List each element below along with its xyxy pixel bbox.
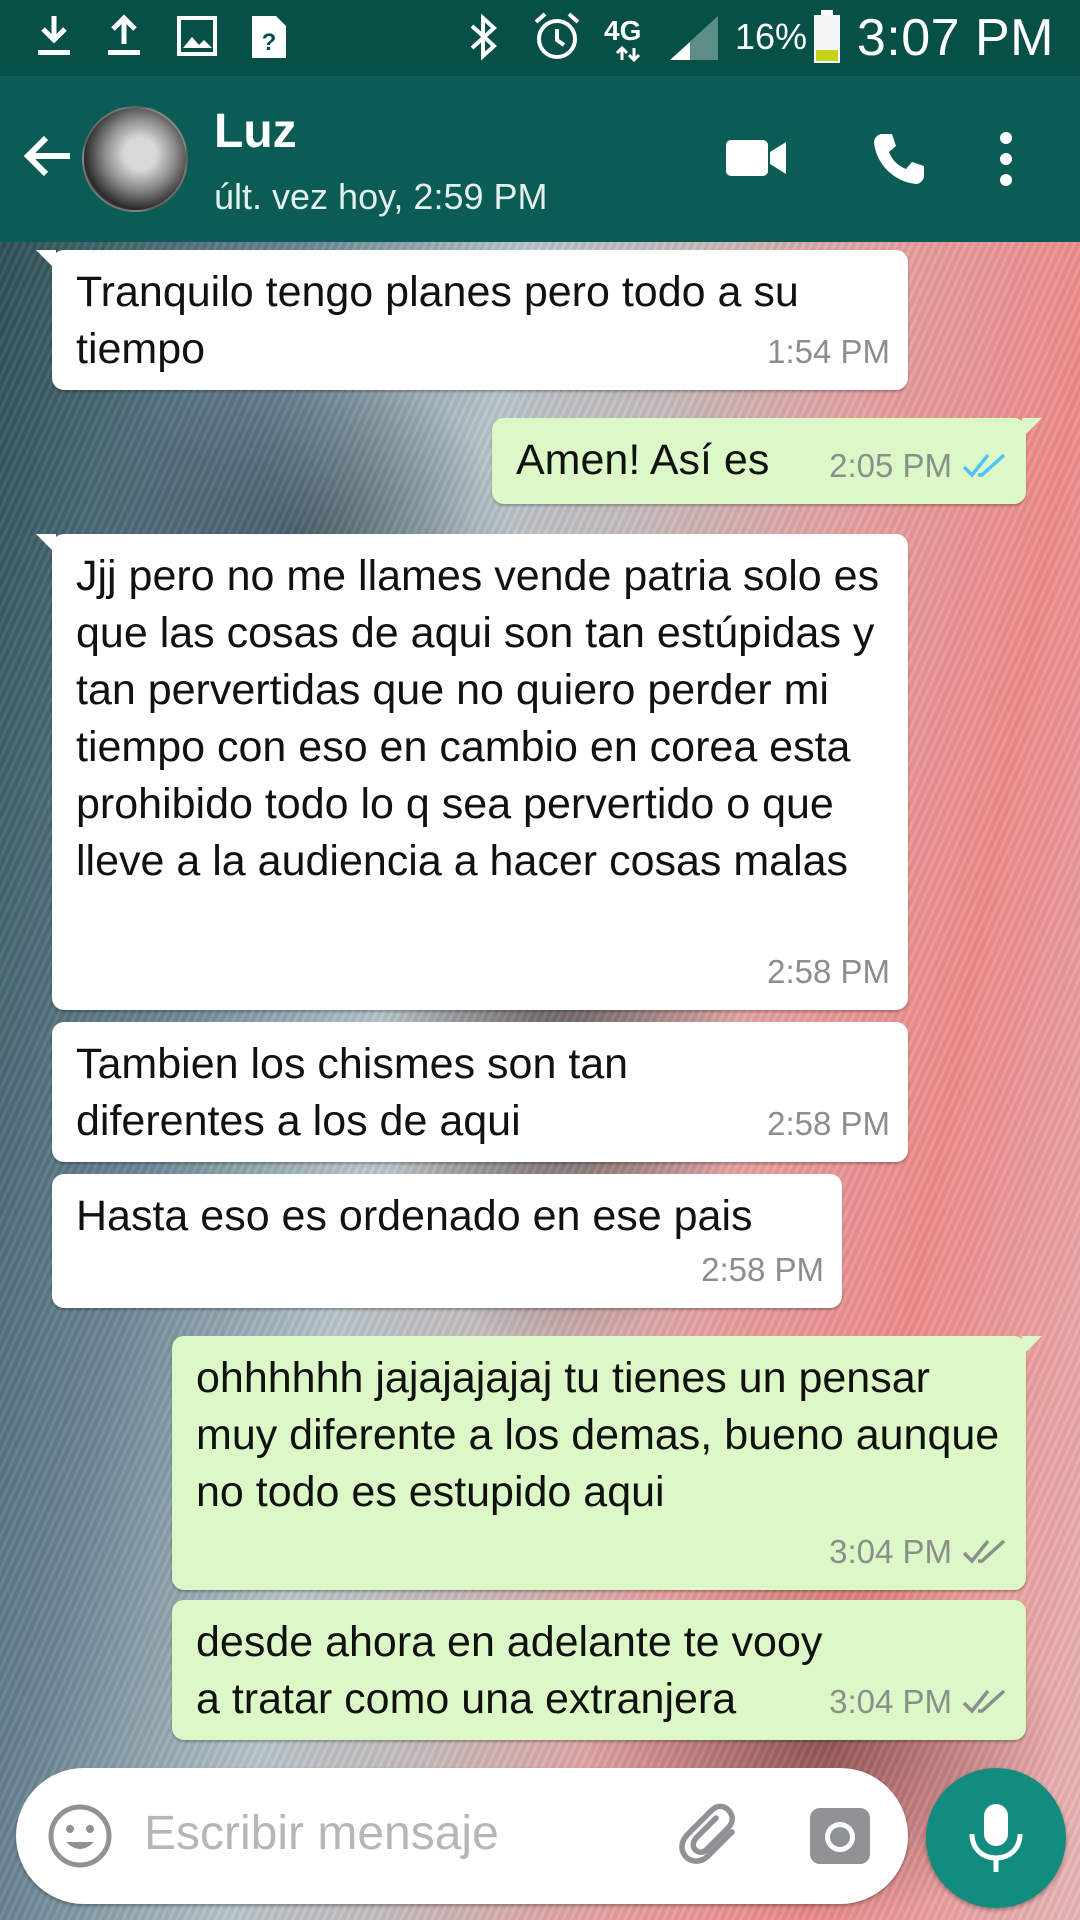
message-time: 2:05 PM xyxy=(829,447,952,484)
message-incoming[interactable]: Tambien los chismes son tan diferentes a… xyxy=(52,1022,908,1162)
emoji-icon[interactable] xyxy=(46,1802,114,1870)
bluetooth-icon xyxy=(470,13,497,61)
delivered-ticks-icon xyxy=(962,1689,1006,1714)
message-outgoing[interactable]: Amen! Así es 2:05 PM xyxy=(492,418,1042,504)
download-icon xyxy=(38,16,70,55)
last-seen-status[interactable]: últ. vez hoy, 2:59 PM xyxy=(214,176,548,218)
video-call-icon[interactable] xyxy=(724,136,788,180)
message-text: Jjj pero no me llames vende patria solo … xyxy=(76,552,880,885)
bubble-tail xyxy=(1022,418,1042,438)
contact-name[interactable]: Luz xyxy=(214,104,297,159)
message-time: 2:58 PM xyxy=(767,953,890,990)
battery-percentage: 16% xyxy=(735,16,808,57)
message-text: Hasta eso es ordenado en ese pais xyxy=(76,1192,753,1240)
back-arrow-icon[interactable] xyxy=(18,126,78,186)
message-time: 2:58 PM xyxy=(767,1105,890,1142)
message-incoming[interactable]: Hasta eso es ordenado en ese pais 2:58 P… xyxy=(52,1174,842,1308)
clock: 3:07 PM xyxy=(856,9,1054,67)
message-input[interactable]: Escribir mensaje xyxy=(144,1806,499,1861)
message-incoming[interactable]: Jjj pero no me llames vende patria solo … xyxy=(36,534,908,1010)
read-ticks-icon xyxy=(962,453,1006,478)
bubble-tail xyxy=(1022,1336,1042,1356)
voice-message-button[interactable] xyxy=(926,1768,1066,1908)
bubble-tail xyxy=(36,250,56,270)
image-icon xyxy=(177,16,217,56)
camera-icon[interactable] xyxy=(808,1806,872,1866)
message-time: 1:54 PM xyxy=(767,333,890,370)
message-time: 3:04 PM xyxy=(829,1533,952,1570)
status-bar: ? 4G 16% 3:07 PM xyxy=(0,0,1080,76)
message-time: 2:58 PM xyxy=(701,1251,824,1288)
svg-text:?: ? xyxy=(262,29,277,56)
signal-icon xyxy=(670,16,718,60)
message-outgoing[interactable]: desde ahora en adelante te vooy a tratar… xyxy=(172,1600,1026,1740)
4g-lte-icon: 4G xyxy=(604,15,641,62)
delivered-ticks-icon xyxy=(962,1539,1006,1564)
help-file-icon: ? xyxy=(252,16,286,58)
more-vert-icon[interactable] xyxy=(994,130,1018,188)
battery-icon xyxy=(814,10,840,63)
avatar[interactable] xyxy=(82,106,188,212)
paperclip-icon[interactable] xyxy=(676,1802,746,1872)
message-outgoing[interactable]: ohhhhhh jajajajajaj tu tienes un pensar … xyxy=(172,1336,1042,1590)
message-time: 3:04 PM xyxy=(829,1683,952,1720)
message-incoming[interactable]: Tranquilo tengo planes pero todo a su ti… xyxy=(36,250,908,390)
phone-icon[interactable] xyxy=(870,130,928,188)
chat-header: Luz últ. vez hoy, 2:59 PM xyxy=(0,76,1080,242)
upload-icon xyxy=(108,14,140,55)
svg-text:4G: 4G xyxy=(604,15,641,46)
alarm-icon xyxy=(534,12,580,59)
bubble-tail xyxy=(36,534,56,554)
mic-icon xyxy=(969,1804,1023,1872)
message-text: ohhhhhh jajajajajaj tu tienes un pensar … xyxy=(196,1354,1000,1516)
message-composer[interactable]: Escribir mensaje xyxy=(16,1768,908,1904)
